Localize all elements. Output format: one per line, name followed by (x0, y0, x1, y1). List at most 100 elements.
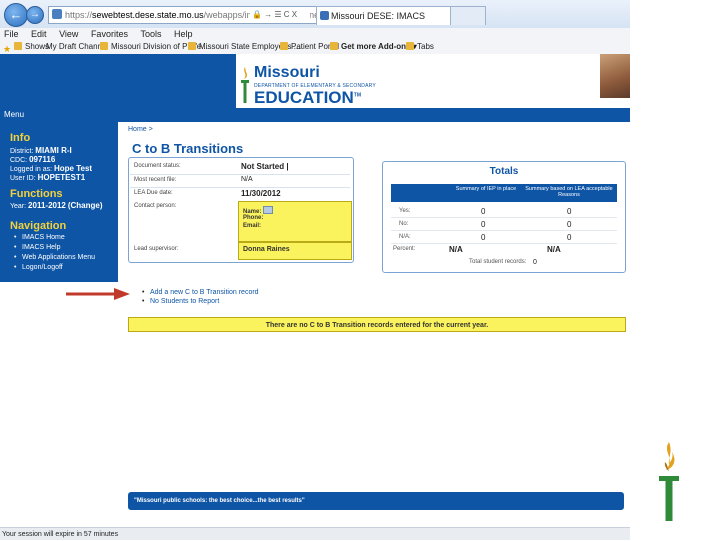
menu-edit[interactable]: Edit (31, 29, 47, 39)
page-icon (100, 42, 108, 50)
page-title: C to B Transitions (132, 141, 244, 156)
totals-value: 0 (567, 207, 572, 216)
logo-education-text: EDUCATION (254, 88, 354, 107)
totals-value: 0 (567, 220, 572, 229)
red-arrow-icon (66, 288, 130, 300)
totals-value: 0 (481, 207, 486, 216)
lead-supervisor-value: Donna Raines (243, 246, 290, 253)
nav-item-web-apps-menu[interactable]: Web Applications Menu (14, 254, 95, 261)
favorites-bar: ★ Shows My Draft Channel Missouri Divisi… (0, 40, 630, 55)
contact-email-label: Email: (243, 223, 262, 229)
totals-row-label: Yes: (399, 208, 411, 214)
folder-icon (406, 42, 414, 50)
no-records-notice: There are no C to B Transition records e… (128, 317, 626, 332)
fav-label: Tabs (417, 42, 434, 51)
logged-label: Logged in as: (10, 166, 53, 173)
userid-label: User ID: (10, 175, 36, 182)
page-icon (330, 42, 338, 50)
menu-favorites[interactable]: Favorites (91, 29, 128, 39)
totals-value: 0 (481, 233, 486, 242)
contact-person-label: Contact person: (134, 203, 177, 209)
edit-contact-icon[interactable] (263, 206, 274, 214)
tab-site-icon (320, 11, 329, 20)
district-label: District: (10, 148, 34, 155)
url-controls[interactable]: 🔒 → ☰ C X (250, 8, 310, 21)
tab-label: Missouri DESE: IMACS (331, 11, 426, 21)
nav-item-imacs-home[interactable]: IMACS Home (14, 234, 65, 241)
doc-status-label: Document status: (134, 163, 181, 169)
recent-file-value: N/A (241, 176, 253, 183)
totals-value: N/A (547, 245, 561, 254)
nav-item-imacs-help[interactable]: IMACS Help (14, 244, 60, 251)
logged-line: Logged in as: Hope Test (10, 164, 92, 173)
menu-view[interactable]: View (59, 29, 78, 39)
divider (391, 217, 617, 218)
fav-label: My Draft Channel (46, 42, 109, 51)
menu-bar: File Edit View Favorites Tools Help (0, 28, 630, 40)
menu-tools[interactable]: Tools (140, 29, 161, 39)
totals-row-label: N/A: (399, 234, 411, 240)
back-arrow-icon: ← (9, 7, 23, 22)
menu-file[interactable]: File (4, 29, 19, 39)
lead-supervisor-label: Lead supervisor: (134, 246, 179, 252)
forward-button[interactable]: → (26, 6, 44, 24)
url-prefix: https:// (65, 10, 93, 20)
divider (130, 187, 350, 188)
student-records-label: Total student records: (469, 259, 527, 265)
contact-phone-label: Phone: (243, 215, 264, 221)
new-tab-button[interactable] (450, 6, 486, 25)
totals-col-iep: Summary of IEP in place (455, 186, 517, 192)
menu-help[interactable]: Help (174, 29, 193, 39)
district-value: MIAMI R-I (35, 146, 72, 155)
totals-panel: Totals Summary of IEP in place Summary b… (382, 161, 626, 273)
lead-supervisor-box: Donna Raines (238, 242, 352, 260)
header-photo (600, 54, 630, 98)
totals-col-lea: Summary based on LEA acceptable Reasons (525, 186, 613, 198)
due-date-label: LEA Due date: (134, 190, 173, 196)
totals-title: Totals (489, 166, 519, 177)
cdc-label: CDC: (10, 157, 28, 164)
back-button[interactable]: ← (4, 3, 28, 27)
contact-person-box: Name: Phone: Email: (238, 201, 352, 242)
breadcrumb[interactable]: Home > (128, 126, 153, 133)
header-blue-band (0, 54, 236, 108)
totals-value: 0 (481, 220, 486, 229)
sidebar-info-heading: Info (10, 132, 31, 144)
torch-logo-icon (241, 67, 249, 103)
forward-arrow-icon: → (30, 9, 40, 20)
fav-item-draft[interactable]: My Draft Channel (46, 40, 108, 54)
year-line: Year: 2011-2012 (Change) (10, 201, 103, 210)
menu-strip[interactable]: Menu (0, 108, 630, 122)
tab-imacs[interactable]: Missouri DESE: IMACS (316, 6, 464, 25)
totals-row-label: No: (399, 221, 409, 227)
fav-item-addons[interactable]: Get more Add-ons ▾ (330, 40, 417, 54)
url-domain: sewebtest.dese.state.mo.us (92, 10, 204, 20)
page-icon (280, 42, 288, 50)
footer-slogan: "Missouri public schools: the best choic… (128, 492, 624, 510)
logged-value: Hope Test (54, 164, 93, 173)
nav-item-logon-logoff[interactable]: Logon/Logoff (14, 264, 63, 271)
fav-item-shows[interactable]: Shows (14, 40, 49, 54)
year-value: 2011-2012 (28, 201, 66, 210)
fav-item-tabs[interactable]: Tabs (406, 40, 434, 54)
sidebar-navigation-heading: Navigation (10, 220, 67, 232)
year-label: Year: (10, 203, 27, 210)
status-bar: Your session will expire in 57 minutes (0, 527, 630, 540)
browser-window: ← → https://sewebtest.dese.state.mo.us/w… (0, 0, 630, 540)
userid-line: User ID: HOPETEST1 (10, 173, 85, 182)
logo-education: EDUCATIONTM (254, 88, 361, 108)
change-year-link[interactable]: (Change) (68, 201, 103, 210)
recent-file-label: Most recent file: (134, 177, 177, 183)
due-date-value: 11/30/2012 (241, 189, 281, 198)
sidebar-functions-heading: Functions (10, 188, 63, 200)
userid-value: HOPETEST1 (37, 173, 86, 182)
doc-status-value: Not Started | (241, 162, 289, 171)
no-students-to-report-link[interactable]: No Students to Report (142, 298, 219, 305)
divider (391, 243, 617, 244)
add-transition-record-link[interactable]: Add a new C to B Transition record (142, 289, 259, 296)
site-icon (52, 9, 62, 19)
totals-value: 0 (567, 233, 572, 242)
logo-missouri: Missouri (254, 64, 320, 81)
contact-name-line: Name: (243, 206, 274, 215)
cdc-value: 097116 (29, 155, 56, 164)
